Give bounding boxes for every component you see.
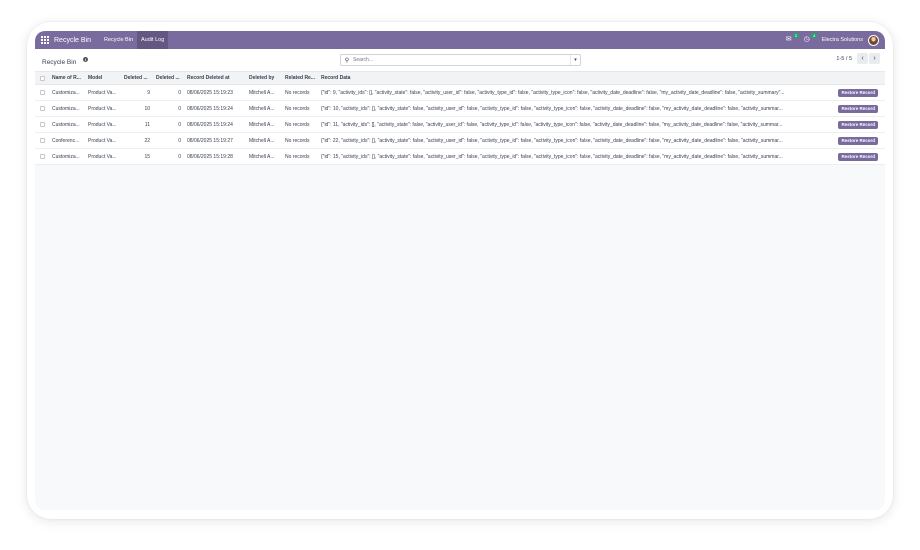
activity-clock-icon[interactable]: ◷ 4 [804,33,817,44]
search-icon[interactable]: ⚲ [341,57,353,64]
cell-record-data: {"id": 9, "activity_ids": [], "activity_… [321,89,785,96]
pager-value[interactable]: 1-5 / 5 [836,56,852,62]
header-related-records[interactable]: Related Re... [282,75,318,81]
cell-name: Customiza... [52,105,80,112]
cell-deleted-at: 08/06/2025 15:19:23 [187,89,233,96]
page-title: Recycle Bin [42,59,77,66]
search-options-toggle-icon[interactable]: ▾ [570,55,580,65]
cell-deleted-2: 0 [178,153,181,160]
table-row[interactable]: Customiza... Product Va... 11 0 08/06/20… [35,117,885,133]
header-name[interactable]: Name of R... [49,75,85,81]
restore-record-button[interactable]: Restore Record [838,120,878,129]
cell-name: Customiza... [52,121,80,128]
cell-name: Customiza... [52,153,80,160]
header-record-deleted-at[interactable]: Record Deleted at [184,75,246,81]
records-table: Name of R... Model Deleted ... Deleted .… [35,71,885,165]
company-switcher[interactable]: Electra Solutions [822,37,863,43]
cell-deleted-by: Mitchell A... [249,153,275,160]
top-navbar: Recycle Bin Recycle Bin Audit Log ✉ 2 ◷ … [35,31,885,49]
cell-deleted-2: 0 [178,137,181,144]
control-panel: Recycle Bin i ⚲ ▾ 1-5 / 5 ‹ › [35,49,885,71]
cell-name: Customiza... [52,89,80,96]
restore-record-button[interactable]: Restore Record [838,104,878,113]
cell-deleted-2: 0 [178,89,181,96]
activity-badge: 4 [811,33,817,38]
header-deleted-id[interactable]: Deleted ... [121,75,153,81]
cell-record-data: {"id": 11, "activity_ids": [], "activity… [321,121,783,128]
cell-deleted-id: 10 [144,105,150,112]
cell-related-records: No records [285,153,310,160]
info-icon[interactable]: i [82,57,88,63]
row-checkbox[interactable] [39,90,45,95]
row-checkbox[interactable] [39,106,45,111]
select-all-checkbox[interactable] [39,75,45,81]
table-row[interactable]: Customiza... Product Va... 9 0 08/06/202… [35,85,885,101]
messages-icon[interactable]: ✉ 2 [786,33,799,44]
cell-deleted-at: 08/06/2025 15:19:24 [187,105,233,112]
search-input[interactable] [353,57,570,63]
messages-badge: 2 [793,33,799,38]
breadcrumb: Recycle Bin i [42,51,88,69]
cell-deleted-id: 11 [144,121,150,128]
search-bar: ⚲ ▾ [340,54,581,66]
table-header: Name of R... Model Deleted ... Deleted .… [35,71,885,85]
row-checkbox[interactable] [39,154,45,159]
cell-model: Product Va... [88,105,117,112]
restore-record-button[interactable]: Restore Record [838,88,878,97]
cell-deleted-by: Mitchell A... [249,105,275,112]
pager-next-button[interactable]: › [869,53,880,64]
cell-deleted-2: 0 [178,121,181,128]
apps-menu-icon[interactable] [41,36,49,44]
cell-deleted-at: 08/06/2025 15:19:28 [187,153,233,160]
cell-deleted-at: 08/06/2025 15:19:27 [187,137,233,144]
row-checkbox[interactable] [39,122,45,127]
cell-deleted-by: Mitchell A... [249,121,275,128]
app-name[interactable]: Recycle Bin [54,37,91,44]
cell-model: Product Va... [88,121,117,128]
cell-deleted-id: 22 [144,137,150,144]
header-deleted-by[interactable]: Deleted by [246,75,282,81]
cell-deleted-2: 0 [178,105,181,112]
cell-deleted-by: Mitchell A... [249,137,275,144]
cell-model: Product Va... [88,153,117,160]
menu-recycle-bin[interactable]: Recycle Bin [100,31,137,49]
user-avatar[interactable] [868,34,879,46]
cell-related-records: No records [285,105,310,112]
cell-name: Conferenc... [52,137,80,144]
app-window: Recycle Bin Recycle Bin Audit Log ✉ 2 ◷ … [35,31,885,510]
header-record-data[interactable]: Record Data [318,75,826,81]
cell-record-data: {"id": 22, "activity_ids": [], "activity… [321,137,783,144]
cell-deleted-at: 08/06/2025 15:19:24 [187,121,233,128]
header-model[interactable]: Model [85,75,121,81]
cell-deleted-id: 15 [144,153,150,160]
row-checkbox[interactable] [39,138,45,143]
table-row[interactable]: Customiza... Product Va... 10 0 08/06/20… [35,101,885,117]
cell-model: Product Va... [88,89,117,96]
menu-audit-log[interactable]: Audit Log [137,31,169,49]
cell-related-records: No records [285,89,310,96]
cell-related-records: No records [285,121,310,128]
pager-previous-button[interactable]: ‹ [857,53,868,64]
restore-record-button[interactable]: Restore Record [838,136,878,145]
cell-record-data: {"id": 10, "activity_ids": [], "activity… [321,105,783,112]
cell-deleted-id: 9 [147,89,150,96]
cell-related-records: No records [285,137,310,144]
cell-deleted-by: Mitchell A... [249,89,275,96]
restore-record-button[interactable]: Restore Record [838,152,878,161]
cell-model: Product Va... [88,137,117,144]
table-row[interactable]: Conferenc... Product Va... 22 0 08/06/20… [35,133,885,149]
pager: 1-5 / 5 ‹ › [836,53,880,64]
header-deleted-2[interactable]: Deleted ... [153,75,184,81]
cell-record-data: {"id": 15, "activity_ids": [], "activity… [321,153,783,160]
table-row[interactable]: Customiza... Product Va... 15 0 08/06/20… [35,149,885,165]
